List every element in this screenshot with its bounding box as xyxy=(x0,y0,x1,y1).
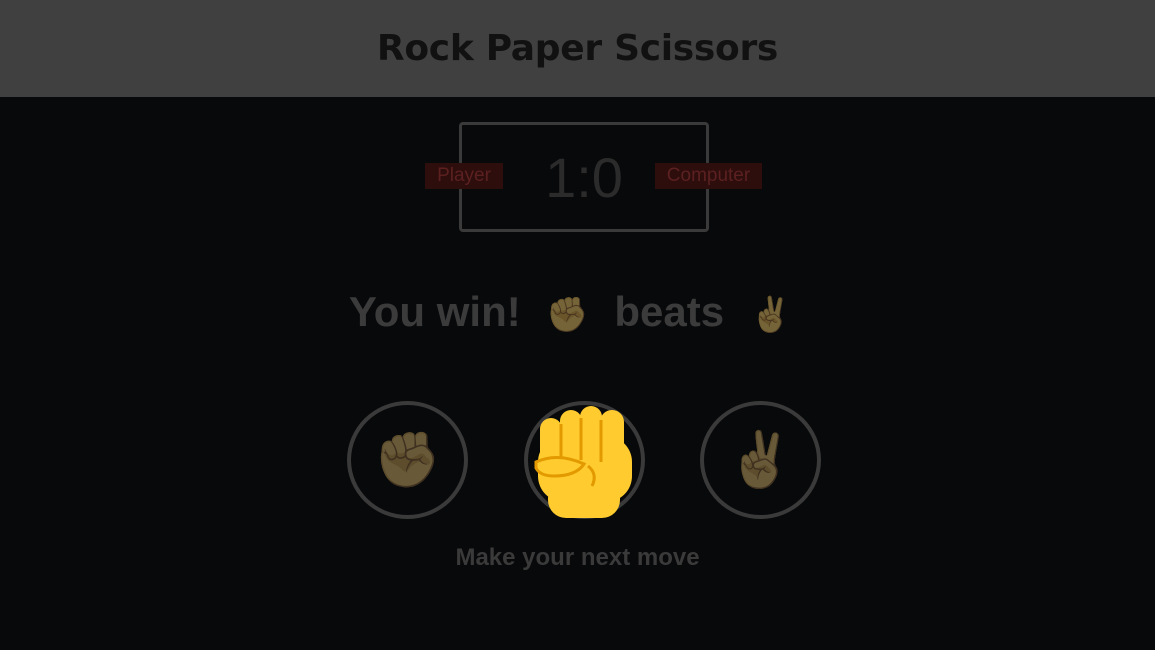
rock-icon: ✊ xyxy=(373,429,442,490)
scissors-button[interactable]: ✌ xyxy=(700,401,821,519)
app-header: Rock Paper Scissors xyxy=(0,0,1155,97)
computer-badge: Computer xyxy=(655,163,762,189)
player-badge: Player xyxy=(425,163,503,189)
result-message: You win! ✊ beats ✌ xyxy=(0,288,1155,336)
result-verb: beats xyxy=(614,288,725,335)
next-move-prompt: Make your next move xyxy=(455,544,700,571)
rock-button[interactable]: ✊ xyxy=(347,401,468,519)
rock-icon: ✊ xyxy=(546,296,589,334)
raised-fist-icon xyxy=(534,406,632,518)
page-title: Rock Paper Scissors xyxy=(376,28,779,69)
scissors-icon: ✌ xyxy=(749,296,793,334)
scissors-icon: ✌ xyxy=(726,429,795,490)
result-text: You win! xyxy=(348,288,521,335)
